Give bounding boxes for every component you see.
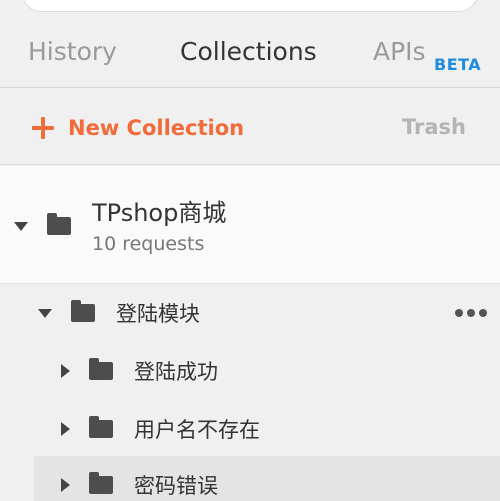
folder-label: 用户名不存在: [134, 418, 260, 442]
folder-icon: [47, 213, 71, 235]
sidebar-tabs: History Collections APIs BETA: [0, 20, 500, 105]
caret-down-icon[interactable]: [38, 309, 52, 318]
new-collection-label: New Collection: [68, 116, 245, 140]
folder-row[interactable]: 登陆成功: [0, 342, 500, 400]
folder-icon: [89, 472, 113, 494]
tab-history[interactable]: History: [28, 36, 117, 68]
folder-row[interactable]: 用户名不存在: [0, 400, 500, 458]
folder-row[interactable]: 密码错误: [34, 456, 500, 501]
new-collection-button[interactable]: New Collection: [32, 113, 244, 143]
beta-badge: BETA: [434, 55, 482, 74]
collection-request-count: 10 requests: [92, 233, 205, 255]
folder-icon: [71, 300, 95, 322]
tab-apis[interactable]: APIs: [373, 36, 426, 68]
search-area: [0, 0, 500, 20]
folder-label: 登陆成功: [134, 360, 218, 384]
plus-icon: [32, 117, 54, 139]
folder-icon: [89, 358, 113, 380]
caret-right-icon[interactable]: [61, 422, 70, 436]
folder-label: 密码错误: [134, 474, 218, 498]
collection-item[interactable]: TPshop商城 10 requests: [0, 166, 500, 284]
folder-label: 登陆模块: [116, 302, 200, 326]
collections-sidebar: History Collections APIs BETA New Collec…: [0, 0, 500, 501]
trash-button[interactable]: Trash: [402, 115, 466, 139]
more-options-icon[interactable]: [455, 309, 487, 317]
collection-name: TPshop商城: [92, 199, 227, 227]
caret-down-icon[interactable]: [14, 222, 28, 231]
folder-icon: [89, 416, 113, 438]
caret-right-icon[interactable]: [61, 478, 70, 492]
collections-toolbar: New Collection Trash: [0, 89, 500, 165]
caret-right-icon[interactable]: [61, 364, 70, 378]
tab-collections[interactable]: Collections: [180, 36, 317, 68]
folder-row[interactable]: 登陆模块: [0, 284, 500, 342]
search-input[interactable]: [22, 0, 478, 12]
